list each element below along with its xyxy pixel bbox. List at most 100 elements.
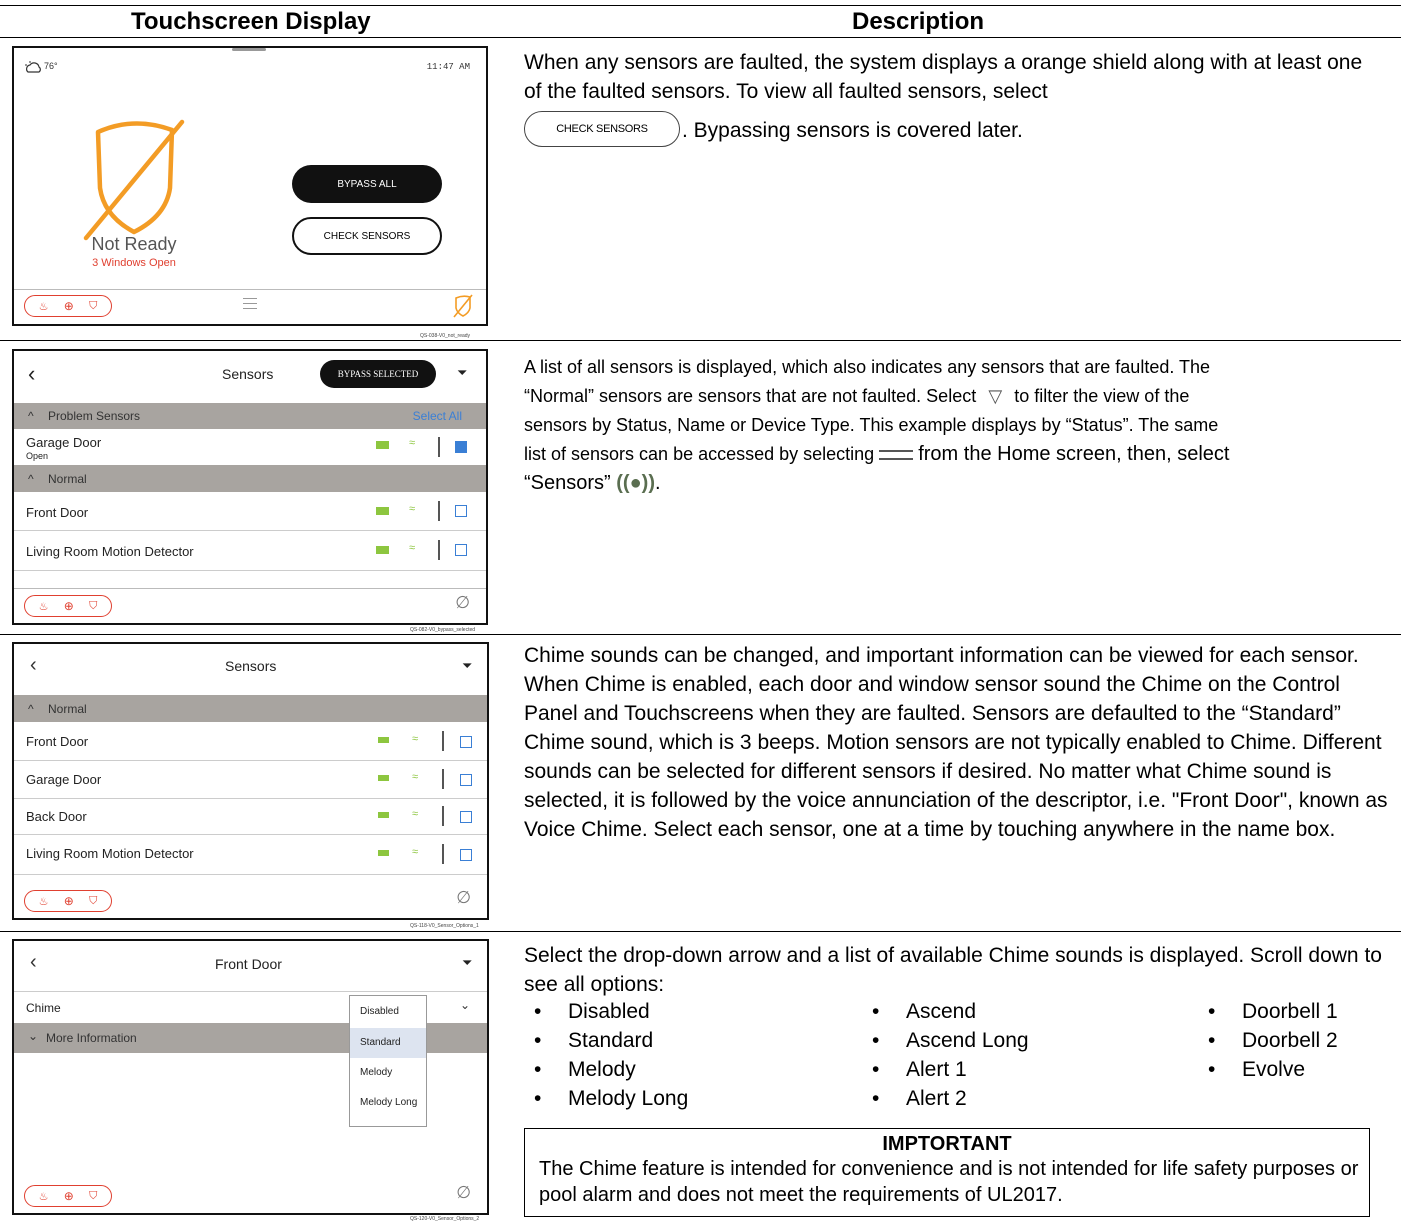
- filter-icon[interactable]: ⏷: [457, 365, 467, 381]
- battery-icon: [376, 441, 389, 449]
- desc-line: sensors by Status, Name or Device Type. …: [524, 415, 1219, 435]
- bottom-nav: ♨ ⊕ ⛉: [14, 289, 486, 324]
- weather-icon: [25, 61, 41, 73]
- screen-title: Sensors: [225, 658, 277, 674]
- bottom-nav: ♨ ⊕ ⛉ ∅: [14, 1179, 487, 1213]
- check-sensors-button[interactable]: CHECK SENSORS: [292, 217, 442, 255]
- checkbox[interactable]: [460, 811, 472, 823]
- emergency-buttons[interactable]: ♨ ⊕ ⛉: [24, 890, 112, 912]
- bypass-all-button[interactable]: BYPASS ALL: [292, 165, 442, 203]
- battery-icon: [376, 507, 389, 515]
- sensor-row-garage[interactable]: Garage Door Open ≈: [14, 429, 486, 466]
- checkbox[interactable]: [460, 774, 472, 786]
- image-id: QS-118-V0_Sensor_Options_1: [410, 923, 479, 929]
- orange-shield-small-icon[interactable]: [452, 294, 474, 318]
- chime-options-col1: • Disabled • Standard • Melody • Melody Long: [534, 1000, 689, 1110]
- dropdown-option-selected[interactable]: Standard: [350, 1028, 426, 1058]
- emergency-buttons[interactable]: ♨ ⊕ ⛉: [24, 295, 112, 317]
- filter-icon[interactable]: ⏷: [462, 658, 472, 674]
- menu-icon: [879, 450, 914, 461]
- sensor-name: Back Door: [26, 809, 87, 824]
- shield-off-icon[interactable]: ∅: [456, 1183, 471, 1203]
- emergency-buttons[interactable]: ♨ ⊕ ⛉: [24, 1185, 112, 1207]
- filter-icon[interactable]: ⏷: [462, 955, 472, 971]
- chevron-down-icon[interactable]: ⌄: [460, 998, 470, 1012]
- chime-dropdown[interactable]: Disabled Standard Melody Melody Long: [349, 995, 427, 1127]
- dropdown-option[interactable]: Melody Long: [350, 1088, 426, 1118]
- menu-icon[interactable]: [243, 298, 257, 309]
- pull-tab[interactable]: [232, 48, 266, 51]
- dropdown-option[interactable]: Melody: [350, 1058, 426, 1088]
- medical-icon[interactable]: ⊕: [64, 894, 74, 908]
- desc-panel2: A list of all sensors is displayed, whic…: [524, 353, 1384, 498]
- desc-panel1-text-b: . Bypassing sensors is covered later.: [682, 119, 1023, 142]
- back-icon[interactable]: ‹: [28, 361, 35, 387]
- important-box: IMPTORTANT The Chime feature is intended…: [524, 1128, 1370, 1217]
- shield-off-icon[interactable]: ∅: [455, 593, 470, 613]
- sensor-row-front[interactable]: Front Door ≈: [14, 492, 486, 531]
- fire-icon[interactable]: ♨: [39, 895, 49, 908]
- emergency-buttons[interactable]: ♨ ⊕ ⛉: [24, 595, 112, 617]
- battery-icon: [376, 546, 389, 554]
- front-door-screen: ‹ Front Door ⏷ Chime ⌄ ⌄ More Informatio…: [12, 939, 489, 1215]
- select-all-link[interactable]: Select All: [413, 409, 462, 423]
- problem-sensors-label: Problem Sensors: [48, 409, 141, 423]
- sensors-screen-bypass: ‹ Sensors BYPASS SELECTED ⏷ ^ Problem Se…: [12, 349, 488, 625]
- home-screen-not-ready: 76° 11:47 AM Not Ready 3 Windows Open BY…: [12, 46, 488, 326]
- battery-icon: [378, 737, 389, 743]
- police-icon[interactable]: ⛉: [89, 895, 97, 908]
- checkbox[interactable]: [455, 544, 467, 556]
- image-id: QS-082-V0_bypass_selected: [410, 627, 476, 633]
- police-icon[interactable]: ⛉: [89, 600, 97, 613]
- problem-sensors-header[interactable]: ^ Problem Sensors Select All: [14, 403, 486, 429]
- filter-icon: ▽: [988, 386, 1003, 406]
- checkbox[interactable]: [455, 505, 467, 517]
- medical-icon[interactable]: ⊕: [64, 1189, 74, 1203]
- top-rule: [0, 5, 1401, 6]
- signal-icon: ≈: [409, 503, 416, 515]
- fire-icon[interactable]: ♨: [39, 600, 49, 613]
- signal-icon: ≈: [412, 771, 419, 783]
- shield-off-icon[interactable]: ∅: [456, 888, 471, 908]
- screen-title: Front Door: [215, 956, 282, 972]
- back-icon[interactable]: ‹: [30, 951, 37, 974]
- police-icon[interactable]: ⛉: [89, 300, 97, 313]
- checkbox[interactable]: [460, 736, 472, 748]
- fire-icon[interactable]: ♨: [39, 300, 49, 313]
- desc-line: “Sensors” ((●)).: [524, 472, 661, 494]
- battery-icon: [378, 775, 389, 781]
- sensor-name: Front Door: [26, 505, 89, 520]
- sensor-row[interactable]: Front Door ≈: [14, 722, 487, 761]
- police-icon[interactable]: ⛉: [89, 1190, 97, 1203]
- sensors-screen-normal: ‹ Sensors ⏷ ^ Normal Front Door ≈ Garage…: [12, 642, 489, 920]
- sensor-row[interactable]: Garage Door ≈: [14, 760, 487, 799]
- sensors-radio-icon: ((●)): [616, 472, 655, 494]
- inline-check-sensors-button: CHECK SENSORS: [524, 111, 680, 147]
- back-icon[interactable]: ‹: [30, 654, 37, 677]
- normal-header[interactable]: ^ Normal: [14, 695, 487, 722]
- battery-icon: [378, 850, 389, 856]
- dropdown-option[interactable]: Disabled: [350, 996, 426, 1028]
- checkbox-checked[interactable]: [455, 441, 467, 453]
- image-id: QS-038-V0_not_ready: [420, 333, 471, 339]
- header-touchscreen: Touchscreen Display: [131, 8, 371, 35]
- medical-icon[interactable]: ⊕: [64, 299, 74, 313]
- signal-icon: ≈: [412, 846, 419, 858]
- sensor-name: Garage Door: [26, 772, 102, 787]
- bypass-selected-button[interactable]: BYPASS SELECTED: [320, 360, 436, 388]
- sensor-row-living-room[interactable]: Living Room Motion Detector ≈: [14, 530, 486, 571]
- normal-header[interactable]: ^ Normal: [14, 465, 486, 492]
- temperature: 76°: [44, 61, 58, 71]
- fire-icon[interactable]: ♨: [39, 1190, 49, 1203]
- screen-title: Sensors: [222, 366, 274, 382]
- checkbox[interactable]: [460, 849, 472, 861]
- medical-icon[interactable]: ⊕: [64, 599, 74, 613]
- desc-line: A list of all sensors is displayed, whic…: [524, 357, 1211, 377]
- sensor-row[interactable]: Back Door ≈: [14, 798, 487, 835]
- desc-panel3: Chime sounds can be changed, and importa…: [524, 644, 1388, 841]
- sensor-name: Garage Door: [26, 435, 102, 450]
- normal-label: Normal: [48, 472, 87, 486]
- desc-panel4: Select the drop-down arrow and a list of…: [524, 944, 1382, 996]
- row-rule-2: [0, 634, 1401, 635]
- sensor-row[interactable]: Living Room Motion Detector ≈: [14, 834, 487, 875]
